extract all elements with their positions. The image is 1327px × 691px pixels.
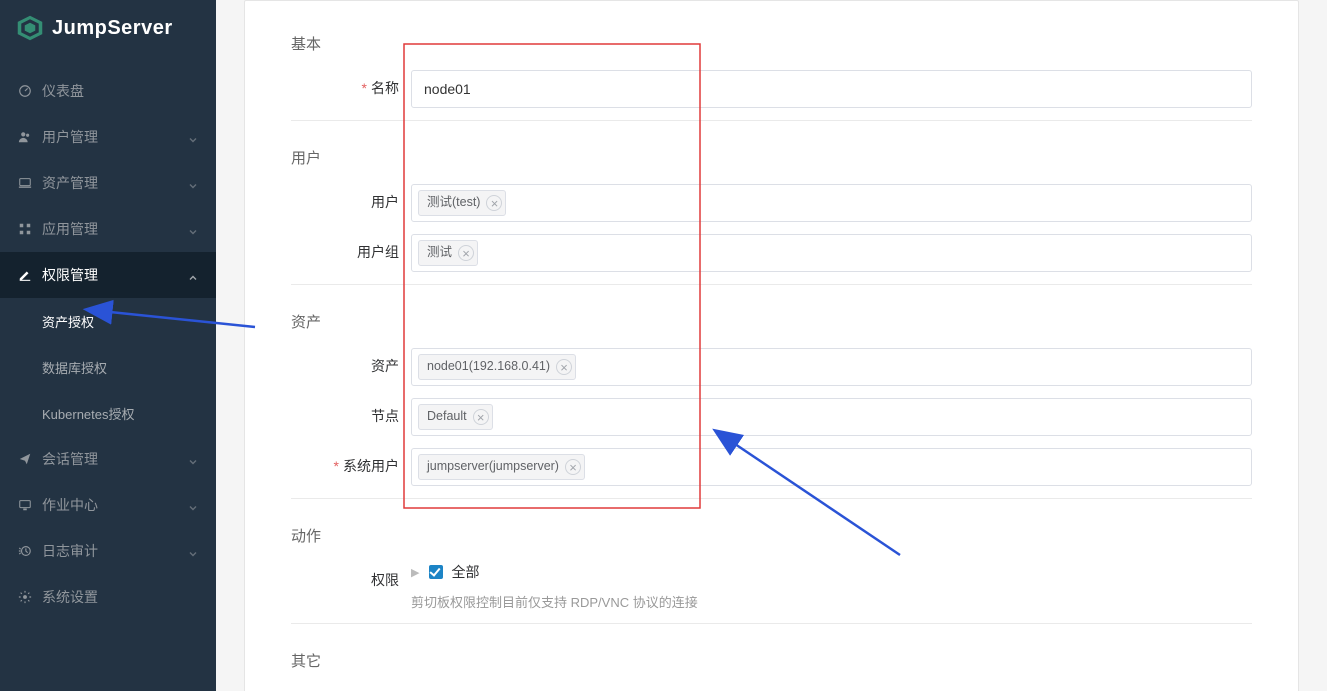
history-icon bbox=[18, 544, 32, 558]
divider bbox=[291, 120, 1252, 121]
nav-label: 资产管理 bbox=[42, 173, 188, 193]
logo-icon bbox=[16, 14, 44, 42]
user-select[interactable]: 测试(test) × bbox=[411, 184, 1252, 222]
cogs-icon bbox=[18, 590, 32, 604]
chevron-down-icon bbox=[188, 224, 198, 234]
paper-plane-icon bbox=[18, 452, 32, 466]
edit-icon bbox=[18, 268, 32, 282]
label-user: 用户 bbox=[291, 184, 411, 220]
name-input[interactable] bbox=[411, 70, 1252, 108]
close-icon[interactable]: × bbox=[473, 409, 489, 425]
chevron-up-icon bbox=[188, 270, 198, 280]
nav-label: 仪表盘 bbox=[42, 81, 198, 101]
section-title-user: 用户 bbox=[291, 139, 1252, 168]
close-icon[interactable]: × bbox=[556, 359, 572, 375]
chevron-down-icon bbox=[188, 132, 198, 142]
nav-label: 会话管理 bbox=[42, 449, 188, 469]
label-name: *名称 bbox=[291, 70, 411, 106]
chevron-down-icon bbox=[188, 500, 198, 510]
chevron-down-icon bbox=[188, 454, 198, 464]
nav-sub-label: 数据库授权 bbox=[42, 358, 198, 377]
nav-sub-asset-perm[interactable]: 资产授权 bbox=[0, 298, 216, 344]
nav-label: 应用管理 bbox=[42, 219, 188, 239]
label-usergroup: 用户组 bbox=[291, 234, 411, 270]
nav-label: 作业中心 bbox=[42, 495, 188, 515]
tag-label: node01(192.168.0.41) bbox=[427, 358, 550, 376]
close-icon[interactable]: × bbox=[565, 459, 581, 475]
sidebar: JumpServer 仪表盘 用户管理 资产管理 应用管理 bbox=[0, 0, 216, 691]
nav-item-settings[interactable]: 系统设置 bbox=[0, 574, 216, 620]
label-systemuser: *系统用户 bbox=[291, 448, 411, 484]
nav: 仪表盘 用户管理 资产管理 应用管理 权限管理 bbox=[0, 56, 216, 691]
section-title-other: 其它 bbox=[291, 642, 1252, 671]
systemuser-select[interactable]: jumpserver(jumpserver) × bbox=[411, 448, 1252, 486]
label-node: 节点 bbox=[291, 398, 411, 434]
nav-item-audits[interactable]: 日志审计 bbox=[0, 528, 216, 574]
nav-sub-label: 资产授权 bbox=[42, 312, 198, 331]
nav-item-assets[interactable]: 资产管理 bbox=[0, 160, 216, 206]
form-card: 基本 *名称 用户 用户 测试(test) × 用户组 测试 × bbox=[244, 0, 1299, 691]
divider bbox=[291, 623, 1252, 624]
caret-right-icon[interactable]: ▶ bbox=[411, 566, 419, 579]
nav-item-apps[interactable]: 应用管理 bbox=[0, 206, 216, 252]
nav-sub-db-perm[interactable]: 数据库授权 bbox=[0, 344, 216, 390]
nav-item-jobs[interactable]: 作业中心 bbox=[0, 482, 216, 528]
permission-all-checkbox[interactable] bbox=[429, 565, 443, 579]
nav-label: 系统设置 bbox=[42, 587, 198, 607]
tag-label: Default bbox=[427, 408, 467, 426]
brand[interactable]: JumpServer bbox=[0, 0, 216, 56]
asset-select[interactable]: node01(192.168.0.41) × bbox=[411, 348, 1252, 386]
nav-label: 权限管理 bbox=[42, 265, 188, 285]
monitor-icon bbox=[18, 498, 32, 512]
node-select[interactable]: Default × bbox=[411, 398, 1252, 436]
chevron-down-icon bbox=[188, 178, 198, 188]
nav-item-sessions[interactable]: 会话管理 bbox=[0, 436, 216, 482]
laptop-icon bbox=[18, 176, 32, 190]
tag: node01(192.168.0.41) × bbox=[418, 354, 576, 380]
chevron-down-icon bbox=[188, 546, 198, 556]
brand-text: JumpServer bbox=[52, 17, 173, 40]
nav-item-permissions[interactable]: 权限管理 bbox=[0, 252, 216, 298]
main-content: 基本 *名称 用户 用户 测试(test) × 用户组 测试 × bbox=[216, 0, 1327, 691]
tag: 测试 × bbox=[418, 240, 478, 266]
tag: jumpserver(jumpserver) × bbox=[418, 454, 585, 480]
divider bbox=[291, 284, 1252, 285]
label-permission: 权限 bbox=[291, 562, 411, 598]
label-asset: 资产 bbox=[291, 348, 411, 384]
divider bbox=[291, 498, 1252, 499]
permission-all-label: 全部 bbox=[451, 562, 479, 582]
nav-label: 用户管理 bbox=[42, 127, 188, 147]
nav-item-users[interactable]: 用户管理 bbox=[0, 114, 216, 160]
apps-icon bbox=[18, 222, 32, 236]
users-icon bbox=[18, 130, 32, 144]
section-title-asset: 资产 bbox=[291, 303, 1252, 332]
permission-hint: 剪切板权限控制目前仅支持 RDP/VNC 协议的连接 bbox=[411, 592, 1252, 611]
nav-sub-label: Kubernetes授权 bbox=[42, 404, 198, 423]
tag: Default × bbox=[418, 404, 493, 430]
usergroup-select[interactable]: 测试 × bbox=[411, 234, 1252, 272]
tag: 测试(test) × bbox=[418, 190, 506, 216]
tag-label: 测试(test) bbox=[427, 194, 480, 212]
close-icon[interactable]: × bbox=[458, 245, 474, 261]
section-title-basic: 基本 bbox=[291, 25, 1252, 54]
nav-item-dashboard[interactable]: 仪表盘 bbox=[0, 68, 216, 114]
nav-sub-k8s-perm[interactable]: Kubernetes授权 bbox=[0, 390, 216, 436]
tag-label: 测试 bbox=[427, 244, 452, 262]
dashboard-icon bbox=[18, 84, 32, 98]
close-icon[interactable]: × bbox=[486, 195, 502, 211]
tag-label: jumpserver(jumpserver) bbox=[427, 458, 559, 476]
nav-label: 日志审计 bbox=[42, 541, 188, 561]
section-title-action: 动作 bbox=[291, 517, 1252, 546]
